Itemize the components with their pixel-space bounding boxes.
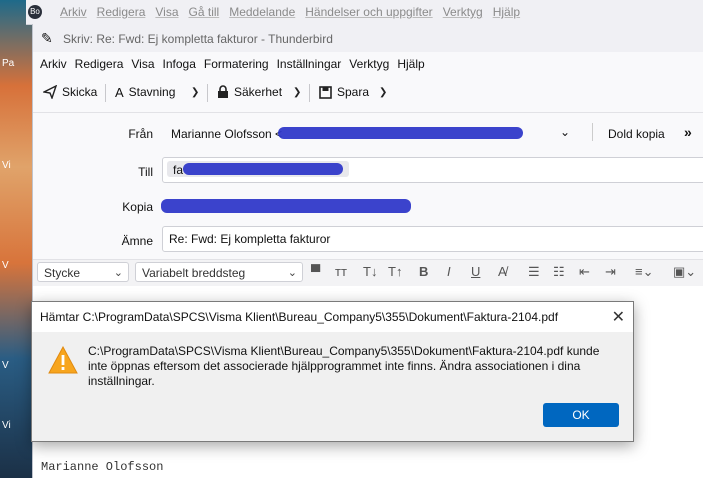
indent-icon[interactable]: ⇥ [605, 264, 616, 280]
spellcheck-icon: A [115, 84, 124, 100]
security-label: Säkerhet [234, 85, 283, 99]
redacted-email [183, 163, 343, 175]
spelling-button[interactable]: A Stavning [115, 80, 175, 104]
toolbar-separator [207, 84, 208, 102]
header-separator [592, 123, 593, 141]
pencil-icon: ✎ [41, 30, 53, 46]
chevron-down-icon: ⌄ [287, 267, 297, 279]
send-button[interactable]: Skicka [43, 80, 97, 104]
bcc-button[interactable]: Dold kopia [608, 127, 665, 141]
background-window-menubar: Bo Arkiv Redigera Visa Gå till Meddeland… [26, 0, 703, 25]
desktop-icon-label: V [2, 260, 9, 271]
redacted-email [278, 127, 523, 139]
subject-input[interactable]: Re: Fwd: Ej kompletta fakturor [162, 226, 703, 252]
compose-menubar: Arkiv Redigera Visa Infoga Formatering I… [33, 54, 703, 74]
warning-icon [48, 346, 78, 374]
paragraph-format-select[interactable]: Stycke ⌄ [37, 262, 129, 282]
recipient-text: fa [173, 163, 184, 177]
send-icon [43, 85, 57, 99]
italic-icon[interactable]: I [447, 264, 451, 279]
chevron-down-icon: ⌄ [113, 267, 123, 279]
format-toolbar: Stycke ⌄ Variabelt breddsteg ⌄ ▀ ᴛᴛ T↓ T… [33, 259, 703, 287]
dialog-title: Hämtar C:\ProgramData\SPCS\Visma Klient\… [40, 310, 559, 324]
paragraph-format-value: Stycke [44, 266, 81, 280]
desktop-icon-label: V [2, 360, 9, 371]
window-title: Skriv: Re: Fwd: Ej kompletta fakturor - … [63, 32, 333, 46]
font-select[interactable]: Variabelt breddsteg ⌄ [135, 262, 303, 282]
more-fields-icon[interactable]: » [684, 124, 692, 140]
compose-titlebar: ✎ Skriv: Re: Fwd: Ej kompletta fakturor … [33, 24, 703, 52]
toolbar-separator [309, 84, 310, 102]
bullet-list-icon[interactable]: ☰ [528, 264, 540, 280]
compose-headers: Från Marianne Olofsson < ⌄ Dold kopia » … [33, 112, 703, 263]
outdent-icon[interactable]: ⇤ [579, 264, 590, 280]
save-dropdown-icon[interactable]: ❯ [379, 80, 387, 104]
error-dialog: Hämtar C:\ProgramData\SPCS\Visma Klient\… [31, 301, 634, 442]
subject-value: Re: Fwd: Ej kompletta fakturor [169, 232, 331, 246]
numbered-list-icon[interactable]: ☷ [553, 264, 565, 280]
bg-menu-item[interactable]: Gå till [189, 5, 220, 19]
bg-menu-item[interactable]: Verktyg [443, 5, 483, 19]
superscript-icon[interactable]: T↑ [388, 264, 402, 279]
text-color-icon[interactable]: ▀ [311, 264, 320, 279]
menu-arkiv[interactable]: Arkiv [33, 54, 71, 74]
save-button[interactable]: Spara [319, 80, 369, 104]
from-label: Från [128, 127, 153, 141]
save-label: Spara [337, 85, 370, 99]
desktop-icon-label: Vi [2, 160, 11, 171]
background-menu: Arkiv Redigera Visa Gå till Meddelande H… [60, 5, 520, 19]
security-dropdown-icon[interactable]: ❯ [293, 80, 301, 104]
toolbar-separator [105, 84, 106, 102]
to-label: Till [138, 165, 153, 179]
close-icon[interactable]: ✕ [612, 307, 625, 327]
bg-menu-item[interactable]: Redigera [97, 5, 146, 19]
from-value[interactable]: Marianne Olofsson < [171, 127, 282, 141]
smaller-text-icon[interactable]: ᴛᴛ [335, 264, 347, 279]
cc-label: Kopia [122, 200, 153, 214]
menu-formatering[interactable]: Formatering [200, 54, 273, 74]
menu-verktyg[interactable]: Verktyg [345, 54, 393, 74]
menu-visa[interactable]: Visa [127, 54, 158, 74]
bg-menu-item[interactable]: Hjälp [493, 5, 520, 19]
menu-installningar[interactable]: Inställningar [273, 54, 346, 74]
desktop-icon-label: Vi [2, 420, 11, 431]
thunderbird-icon: Bo [28, 5, 42, 19]
bg-menu-item[interactable]: Händelser och uppgifter [305, 5, 432, 19]
align-icon[interactable]: ≡⌄ [635, 264, 653, 280]
insert-image-icon[interactable]: ▣⌄ [673, 264, 696, 280]
clear-format-icon[interactable]: A̸ [498, 264, 507, 279]
menu-hjalp[interactable]: Hjälp [393, 54, 428, 74]
subscript-icon[interactable]: T↓ [363, 264, 377, 279]
ok-button[interactable]: OK [543, 403, 619, 427]
to-field[interactable]: fa [162, 157, 703, 183]
bg-menu-item[interactable]: Arkiv [60, 5, 87, 19]
signature-line: Marianne Olofsson [41, 460, 164, 474]
font-value: Variabelt breddsteg [142, 266, 246, 280]
lock-icon [218, 85, 228, 98]
menu-infoga[interactable]: Infoga [159, 54, 200, 74]
dialog-message: C:\ProgramData\SPCS\Visma Klient\Bureau_… [88, 344, 600, 388]
security-button[interactable]: Säkerhet [217, 80, 282, 104]
dialog-body: C:\ProgramData\SPCS\Visma Klient\Bureau_… [32, 332, 633, 441]
desktop-background [0, 0, 32, 478]
bg-menu-item[interactable]: Meddelande [229, 5, 295, 19]
chevron-down-icon[interactable]: ⌄ [560, 125, 570, 139]
spelling-dropdown-icon[interactable]: ❯ [191, 80, 199, 104]
underline-icon[interactable]: U [471, 264, 480, 279]
desktop-icon-label: Pa [2, 58, 15, 69]
send-label: Skicka [62, 85, 98, 99]
bg-menu-item[interactable]: Visa [155, 5, 178, 19]
spelling-label: Stavning [128, 85, 176, 99]
bold-icon[interactable]: B [419, 264, 428, 279]
compose-toolbar: Skicka A Stavning ❯ Säkerhet ❯ Spara ❯ [33, 78, 703, 108]
menu-redigera[interactable]: Redigera [71, 54, 128, 74]
redacted-email [161, 199, 411, 213]
save-icon [319, 85, 332, 99]
subject-label: Ämne [121, 234, 153, 248]
